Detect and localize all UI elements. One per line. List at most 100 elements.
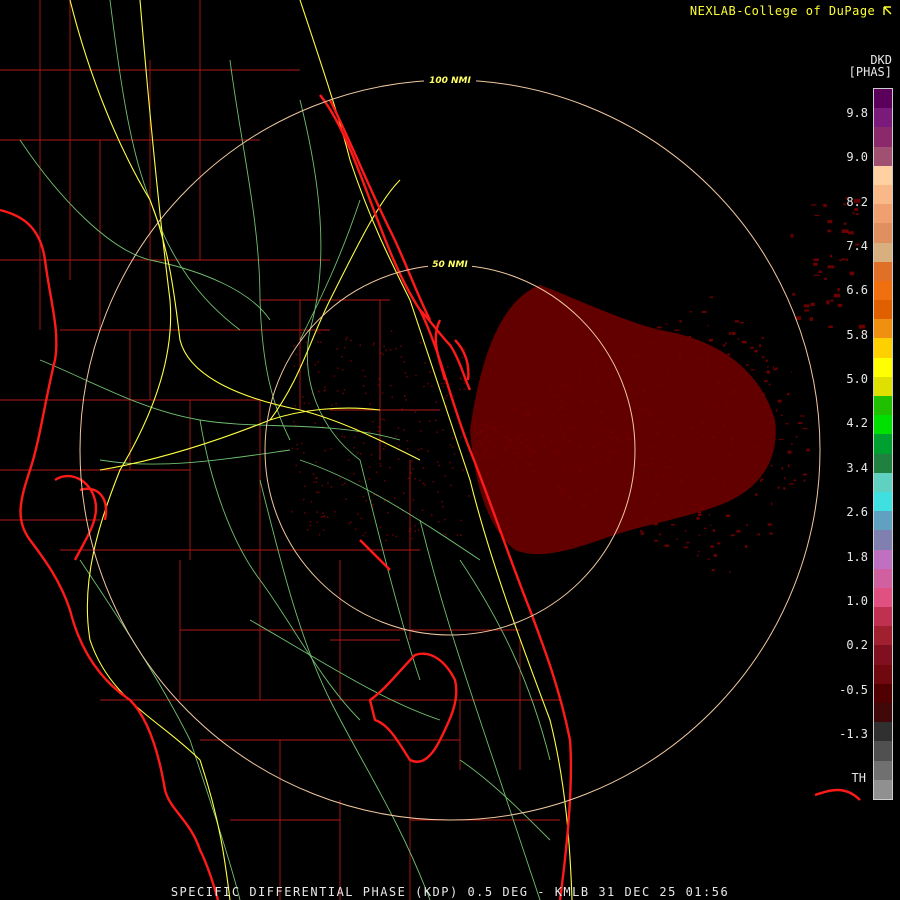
echo-speckle bbox=[302, 396, 304, 398]
scale-color-step bbox=[874, 280, 892, 301]
echo-speckle bbox=[665, 517, 669, 521]
echo-speckle bbox=[722, 344, 726, 347]
echo-speckle bbox=[444, 518, 446, 521]
scale-color-step bbox=[874, 165, 892, 185]
echo-speckle bbox=[505, 449, 507, 453]
echo-speckle bbox=[422, 467, 424, 469]
echo-speckle bbox=[517, 426, 519, 428]
echo-speckle bbox=[734, 320, 740, 323]
echo-speckle bbox=[336, 390, 339, 392]
echo-speckle bbox=[736, 387, 740, 390]
echo-speckle bbox=[585, 469, 589, 472]
echo-speckle bbox=[556, 383, 559, 386]
scale-tick-label: -0.5 bbox=[839, 683, 868, 697]
echo-speckle bbox=[696, 382, 699, 384]
echo-speckle bbox=[773, 366, 775, 368]
echo-speckle bbox=[519, 441, 521, 445]
scale-color-step bbox=[874, 434, 892, 454]
echo-speckle bbox=[414, 530, 416, 532]
echo-speckle bbox=[635, 525, 639, 528]
echo-speckle bbox=[605, 425, 608, 427]
echo-speckle bbox=[852, 212, 855, 214]
echo-speckle bbox=[652, 501, 656, 505]
echo-speckle bbox=[699, 357, 703, 361]
echo-speckle bbox=[635, 507, 638, 510]
echo-speckle bbox=[523, 413, 526, 416]
echo-speckle bbox=[442, 505, 444, 508]
echo-speckle bbox=[305, 341, 308, 344]
echo-speckle bbox=[365, 499, 367, 502]
road-line bbox=[459, 559, 551, 761]
echo-speckle bbox=[679, 480, 683, 484]
echo-speckle bbox=[764, 435, 769, 438]
echo-speckle bbox=[314, 422, 316, 424]
echo-speckle bbox=[762, 356, 765, 359]
scale-color-step bbox=[874, 453, 892, 473]
echo-speckle bbox=[560, 485, 564, 487]
echo-speckle bbox=[561, 396, 564, 400]
echo-speckle bbox=[410, 527, 412, 530]
echo-speckle bbox=[703, 488, 708, 490]
road-line bbox=[199, 419, 361, 721]
echo-speckle bbox=[447, 366, 449, 368]
echo-speckle bbox=[592, 504, 598, 506]
echo-speckle bbox=[783, 487, 786, 490]
credit-label: NEXLAB-College of DuPage bbox=[690, 4, 892, 18]
scale-color-step bbox=[874, 223, 892, 243]
echo-speckle bbox=[528, 479, 532, 482]
echo-speckle bbox=[317, 371, 320, 373]
echo-speckle bbox=[372, 344, 375, 346]
road-line bbox=[259, 479, 431, 900]
echo-speckle bbox=[331, 404, 333, 406]
echo-speckle bbox=[691, 504, 696, 506]
echo-speckle bbox=[350, 360, 352, 362]
echo-speckle bbox=[610, 437, 614, 441]
echo-speckle bbox=[604, 416, 609, 418]
echo-speckle bbox=[562, 467, 567, 471]
echo-speckle bbox=[532, 456, 537, 458]
echo-speckle bbox=[682, 493, 686, 496]
echo-speckle bbox=[596, 382, 600, 384]
echo-speckle bbox=[429, 371, 432, 373]
echo-speckle bbox=[594, 399, 599, 402]
cursor-arrow-icon bbox=[883, 6, 892, 15]
echo-speckle bbox=[555, 485, 560, 489]
echo-speckle bbox=[437, 491, 439, 493]
echo-speckle bbox=[698, 511, 702, 514]
echo-speckle bbox=[449, 484, 452, 487]
echo-speckle bbox=[548, 485, 550, 487]
echo-speckle bbox=[293, 365, 296, 367]
echo-speckle bbox=[379, 465, 382, 467]
highway-line bbox=[69, 0, 421, 461]
echo-speckle bbox=[362, 534, 364, 537]
echo-speckle bbox=[532, 395, 535, 398]
echo-speckle bbox=[531, 450, 536, 453]
echo-speckle bbox=[479, 424, 483, 427]
scale-color-step bbox=[874, 89, 892, 109]
echo-speckle bbox=[706, 359, 708, 362]
echo-speckle bbox=[710, 545, 715, 548]
echo-speckle bbox=[428, 420, 431, 422]
echo-speckle bbox=[440, 382, 443, 385]
echo-speckle bbox=[460, 378, 463, 380]
echo-speckle bbox=[662, 474, 666, 478]
echo-speckle bbox=[527, 447, 532, 450]
scale-color-step bbox=[874, 568, 892, 588]
echo-speckle bbox=[704, 527, 707, 529]
echo-speckle bbox=[520, 433, 523, 436]
scale-color-step bbox=[874, 760, 892, 780]
echo-speckle bbox=[641, 485, 644, 487]
echo-speckle bbox=[324, 449, 327, 452]
echo-speckle bbox=[377, 426, 380, 428]
echo-speckle bbox=[452, 446, 454, 448]
echo-speckle bbox=[384, 445, 386, 447]
road-line bbox=[109, 0, 241, 331]
echo-speckle bbox=[777, 486, 780, 489]
echo-speckle bbox=[488, 455, 492, 458]
echo-speckle bbox=[317, 331, 319, 333]
echo-speckle bbox=[585, 494, 590, 497]
coastline-segment bbox=[54, 474, 108, 561]
scale-color-step bbox=[874, 472, 892, 492]
echo-speckle bbox=[766, 370, 770, 374]
echo-speckle bbox=[757, 533, 761, 536]
